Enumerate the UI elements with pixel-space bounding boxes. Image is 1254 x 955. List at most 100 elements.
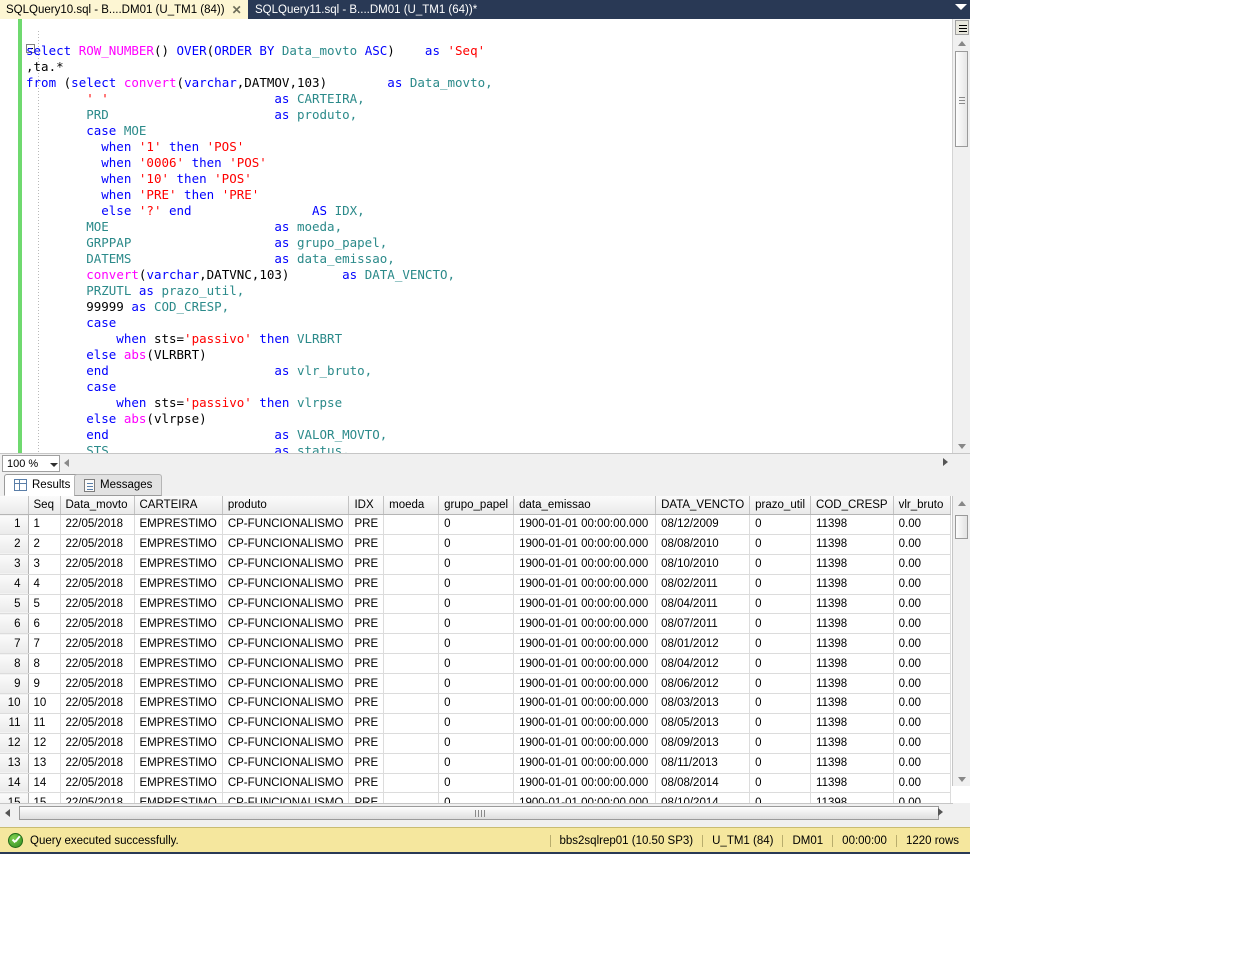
cell-vlr_bruto[interactable]: 0.00: [893, 574, 951, 595]
cell-seq[interactable]: 9: [28, 673, 61, 695]
cell-idx[interactable]: PRE: [348, 633, 385, 655]
scroll-up-icon[interactable]: [958, 41, 966, 46]
table-row[interactable]: 8 8 22/05/2018 EMPRESTIMO CP-FUNCIONALISMO PR…: [0, 653, 951, 675]
row-number-cell[interactable]: 6: [0, 613, 29, 635]
cell-carteira[interactable]: EMPRESTIMO: [134, 773, 223, 794]
cell-idx[interactable]: PRE: [348, 554, 385, 575]
cell-grupo_papel[interactable]: 0: [438, 773, 515, 794]
table-row[interactable]: 11 11 22/05/2018 EMPRESTIMO CP-FUNCIONALISMO…: [0, 713, 951, 734]
cell-idx[interactable]: PRE: [348, 673, 385, 695]
cell-seq[interactable]: 8: [28, 653, 61, 675]
cell-data_emissao[interactable]: 1900-01-01 00:00:00.000: [513, 633, 657, 655]
cell-vlr_bruto[interactable]: 0.00: [893, 693, 951, 714]
cell-grupo_papel[interactable]: 0: [438, 613, 515, 635]
row-number-cell[interactable]: 4: [0, 574, 29, 595]
cell-prazo_util[interactable]: 0: [749, 633, 812, 655]
cell-vlr_bruto[interactable]: 0.00: [893, 534, 951, 555]
row-number-cell[interactable]: 12: [0, 733, 29, 754]
cell-carteira[interactable]: EMPRESTIMO: [134, 792, 223, 803]
split-pane-button[interactable]: [955, 20, 969, 35]
cell-data_vencto[interactable]: 08/08/2014: [655, 773, 751, 794]
cell-vlr_bruto[interactable]: 0.00: [893, 713, 951, 734]
scroll-right-icon[interactable]: [943, 458, 948, 466]
cell-vlr_bruto[interactable]: 0.00: [893, 633, 951, 655]
grid-corner-cell[interactable]: [0, 496, 29, 515]
cell-data_emissao[interactable]: 1900-01-01 00:00:00.000: [513, 792, 657, 803]
cell-moeda[interactable]: [383, 693, 440, 714]
cell-data_emissao[interactable]: 1900-01-01 00:00:00.000: [513, 753, 657, 774]
cell-data_movto[interactable]: 22/05/2018: [60, 594, 135, 615]
table-row[interactable]: 2 2 22/05/2018 EMPRESTIMO CP-FUNCIONALISMO PR…: [0, 534, 951, 555]
cell-data_vencto[interactable]: 08/05/2013: [655, 713, 751, 734]
cell-moeda[interactable]: [383, 534, 440, 555]
cell-data_emissao[interactable]: 1900-01-01 00:00:00.000: [513, 773, 657, 794]
cell-data_movto[interactable]: 22/05/2018: [60, 733, 135, 754]
row-number-cell[interactable]: 13: [0, 753, 29, 774]
table-row[interactable]: 1 1 22/05/2018 EMPRESTIMO CP-FUNCIONALISMO PR…: [0, 514, 951, 535]
cell-carteira[interactable]: EMPRESTIMO: [134, 753, 223, 774]
tab-messages[interactable]: Messages: [74, 474, 163, 496]
cell-vlr_bruto[interactable]: 0.00: [893, 514, 951, 535]
cell-carteira[interactable]: EMPRESTIMO: [134, 574, 223, 595]
cell-prazo_util[interactable]: 0: [749, 713, 812, 734]
cell-produto[interactable]: CP-FUNCIONALISMO: [222, 633, 350, 655]
cell-prazo_util[interactable]: 0: [749, 514, 812, 535]
cell-data_vencto[interactable]: 08/08/2010: [655, 534, 751, 555]
cell-carteira[interactable]: EMPRESTIMO: [134, 693, 223, 714]
grid-scroll-thumb[interactable]: [955, 515, 968, 539]
row-number-cell[interactable]: 11: [0, 713, 29, 734]
cell-seq[interactable]: 14: [28, 773, 61, 794]
cell-carteira[interactable]: EMPRESTIMO: [134, 673, 223, 695]
column-header-data_emissao[interactable]: data_emissao: [513, 496, 657, 515]
cell-carteira[interactable]: EMPRESTIMO: [134, 554, 223, 575]
row-number-cell[interactable]: 15: [0, 792, 29, 803]
row-number-cell[interactable]: 5: [0, 594, 29, 615]
cell-produto[interactable]: CP-FUNCIONALISMO: [222, 574, 350, 595]
cell-prazo_util[interactable]: 0: [749, 792, 812, 803]
table-row[interactable]: 3 3 22/05/2018 EMPRESTIMO CP-FUNCIONALISMO PR…: [0, 554, 951, 575]
cell-grupo_papel[interactable]: 0: [438, 574, 515, 595]
column-header-carteira[interactable]: CARTEIRA: [134, 496, 223, 515]
cell-idx[interactable]: PRE: [348, 753, 385, 774]
cell-seq[interactable]: 13: [28, 753, 61, 774]
cell-prazo_util[interactable]: 0: [749, 574, 812, 595]
cell-carteira[interactable]: EMPRESTIMO: [134, 633, 223, 655]
cell-vlr_bruto[interactable]: 0.00: [893, 594, 951, 615]
cell-data_emissao[interactable]: 1900-01-01 00:00:00.000: [513, 594, 657, 615]
results-grid[interactable]: Seq Data_movto CARTEIRA produto IDX moeda grup…: [0, 496, 970, 803]
cell-produto[interactable]: CP-FUNCIONALISMO: [222, 554, 350, 575]
cell-produto[interactable]: CP-FUNCIONALISMO: [222, 713, 350, 734]
cell-data_vencto[interactable]: 08/09/2013: [655, 733, 751, 754]
table-row[interactable]: 12 12 22/05/2018 EMPRESTIMO CP-FUNCIONALISMO…: [0, 733, 951, 754]
cell-produto[interactable]: CP-FUNCIONALISMO: [222, 594, 350, 615]
cell-produto[interactable]: CP-FUNCIONALISMO: [222, 673, 350, 695]
cell-cod_cresp[interactable]: 11398: [810, 613, 894, 635]
cell-moeda[interactable]: [383, 514, 440, 535]
cell-prazo_util[interactable]: 0: [749, 554, 812, 575]
cell-data_emissao[interactable]: 1900-01-01 00:00:00.000: [513, 693, 657, 714]
cell-prazo_util[interactable]: 0: [749, 773, 812, 794]
cell-prazo_util[interactable]: 0: [749, 613, 812, 635]
table-row[interactable]: 9 9 22/05/2018 EMPRESTIMO CP-FUNCIONALISMO PR…: [0, 673, 951, 695]
cell-cod_cresp[interactable]: 11398: [810, 653, 894, 675]
cell-carteira[interactable]: EMPRESTIMO: [134, 613, 223, 635]
cell-idx[interactable]: PRE: [348, 693, 385, 714]
cell-cod_cresp[interactable]: 11398: [810, 633, 894, 655]
cell-moeda[interactable]: [383, 633, 440, 655]
table-row[interactable]: 7 7 22/05/2018 EMPRESTIMO CP-FUNCIONALISMO PR…: [0, 633, 951, 655]
cell-data_movto[interactable]: 22/05/2018: [60, 574, 135, 595]
cell-cod_cresp[interactable]: 11398: [810, 773, 894, 794]
cell-data_vencto[interactable]: 08/02/2011: [655, 574, 751, 595]
cell-produto[interactable]: CP-FUNCIONALISMO: [222, 613, 350, 635]
cell-data_vencto[interactable]: 08/06/2012: [655, 673, 751, 695]
row-number-cell[interactable]: 14: [0, 773, 29, 794]
cell-idx[interactable]: PRE: [348, 713, 385, 734]
cell-data_emissao[interactable]: 1900-01-01 00:00:00.000: [513, 534, 657, 555]
cell-data_movto[interactable]: 22/05/2018: [60, 773, 135, 794]
cell-seq[interactable]: 11: [28, 713, 61, 734]
cell-produto[interactable]: CP-FUNCIONALISMO: [222, 514, 350, 535]
grid-scroll-thumb-h[interactable]: [19, 806, 939, 820]
cell-data_emissao[interactable]: 1900-01-01 00:00:00.000: [513, 554, 657, 575]
cell-produto[interactable]: CP-FUNCIONALISMO: [222, 792, 350, 803]
cell-data_movto[interactable]: 22/05/2018: [60, 713, 135, 734]
